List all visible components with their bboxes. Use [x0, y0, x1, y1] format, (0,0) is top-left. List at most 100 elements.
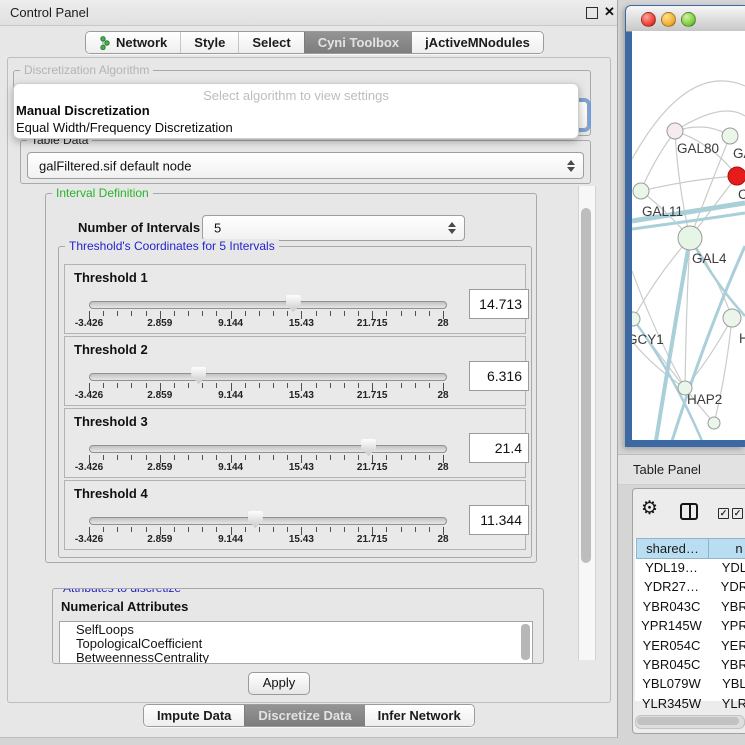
screen: Control Panel ✕ NetworkStyleSelect Cyni T…	[0, 0, 745, 745]
threshold-value-field[interactable]: 14.713	[469, 289, 529, 319]
tab-impute-data[interactable]: Impute Data	[144, 705, 244, 726]
table-hscrollbar-thumb[interactable]	[637, 717, 739, 725]
minimize-traffic-light-icon[interactable]	[661, 12, 676, 27]
table-cell[interactable]: YBL079W	[636, 674, 707, 693]
threshold-value-field[interactable]: 6.316	[469, 361, 529, 391]
tab-label: Infer Network	[378, 705, 461, 726]
tab-network[interactable]: Network	[86, 32, 180, 53]
network-node[interactable]	[722, 128, 738, 144]
minor-tick	[131, 455, 132, 460]
table-cell[interactable]: YDR2	[708, 577, 745, 596]
table-cell[interactable]: YBR043C	[636, 597, 707, 616]
gear-icon[interactable]: ⚙	[641, 499, 658, 518]
minor-tick	[344, 455, 345, 460]
panel-title: Control Panel	[10, 5, 89, 20]
minor-tick	[146, 455, 147, 460]
network-canvas[interactable]: GAL80GACGAL11GAL4GCY1HHAP2	[632, 31, 745, 440]
attribute-list-item[interactable]: TopologicalCoefficient	[60, 636, 532, 650]
table-cell[interactable]: YBL0	[708, 674, 745, 693]
table-data-combobox[interactable]: galFiltered.sif default node	[27, 152, 584, 179]
network-node[interactable]	[708, 417, 720, 429]
tab-select[interactable]: Select	[238, 32, 303, 53]
panel-scrollbar-track[interactable]	[578, 186, 596, 660]
node-label: GA	[733, 146, 745, 161]
slider-track[interactable]	[89, 301, 447, 309]
table-cell[interactable]: YPR145W	[636, 616, 707, 635]
threshold-value-field[interactable]: 21.4	[469, 433, 529, 463]
slider-track[interactable]	[89, 517, 447, 525]
combobox-arrows-icon	[448, 222, 456, 234]
table-cell[interactable]: YER054C	[636, 636, 707, 655]
close-traffic-light-icon[interactable]	[641, 12, 656, 27]
network-node[interactable]	[633, 183, 649, 199]
float-window-icon[interactable]	[586, 7, 598, 19]
slider-thumb[interactable]	[286, 295, 301, 312]
table-panel: ⚙ ✓ ✓ shared…nYDL19…YDL1YDR27…YDR2YBR043…	[632, 488, 745, 734]
table-cell[interactable]: YER0	[708, 636, 745, 655]
tab-style[interactable]: Style	[180, 32, 238, 53]
table-cell[interactable]: YDR27…	[636, 577, 707, 596]
threshold-value-field[interactable]: 11.344	[469, 505, 529, 535]
tick-label: 28	[437, 318, 448, 329]
tick-label: 9.144	[218, 390, 243, 401]
node-table: shared…nYDL19…YDL1YDR27…YDR2YBR043CYBR0Y…	[635, 538, 745, 701]
network-node[interactable]	[723, 309, 741, 327]
slider-thumb[interactable]	[361, 439, 376, 456]
popup-option-manual-discretization[interactable]: Manual Discretization	[16, 103, 150, 118]
node-label: HAP2	[687, 392, 722, 407]
list-scrollbar[interactable]	[521, 624, 530, 660]
slider-track[interactable]	[89, 373, 447, 381]
network-edge[interactable]	[641, 176, 737, 191]
checkbox-icon[interactable]: ✓	[718, 508, 729, 519]
table-cell[interactable]: YDL1	[708, 558, 745, 577]
thresholds-group-label: Threshold's Coordinates for 5 Intervals	[65, 239, 279, 253]
threshold-label: Threshold 1	[74, 270, 148, 285]
tick-label: -3.426	[75, 390, 103, 401]
minor-tick	[131, 311, 132, 316]
algorithm-dropdown-popup: Select algorithm to view settings Manual…	[13, 83, 579, 139]
minor-tick	[117, 311, 118, 316]
tab-label: Discretize Data	[258, 705, 351, 726]
table-cell[interactable]: YLR3	[708, 694, 745, 713]
tick-label: 21.715	[357, 318, 388, 329]
table-data-value: galFiltered.sif default node	[39, 158, 191, 173]
network-edge[interactable]	[641, 131, 675, 191]
table-cell[interactable]: YPR1	[708, 616, 745, 635]
tab-label: Cyni Toolbox	[318, 32, 399, 53]
slider-thumb[interactable]	[248, 511, 263, 528]
minor-tick	[330, 455, 331, 460]
panel-scrollbar-thumb[interactable]	[581, 208, 591, 563]
minor-tick	[245, 383, 246, 388]
control-panel-titlebar: Control Panel ✕	[0, 0, 617, 26]
popup-option-equal-width-frequency[interactable]: Equal Width/Frequency Discretization	[16, 120, 233, 135]
slider-track[interactable]	[89, 445, 447, 453]
tab-cyni-toolbox[interactable]: Cyni Toolbox	[304, 32, 412, 53]
network-node[interactable]	[667, 123, 683, 139]
apply-button[interactable]: Apply	[248, 672, 310, 695]
network-node[interactable]	[632, 312, 640, 326]
network-node[interactable]	[678, 226, 702, 250]
checkbox-icon[interactable]: ✓	[732, 508, 743, 519]
attribute-list-item[interactable]: SelfLoops	[60, 622, 532, 636]
column-header[interactable]: shared…	[636, 538, 709, 559]
table-cell[interactable]: YLR345W	[636, 694, 707, 713]
network-edge[interactable]	[632, 341, 685, 388]
minor-tick	[202, 311, 203, 316]
network-node[interactable]	[728, 167, 745, 185]
table-cell[interactable]: YBR0	[708, 655, 745, 674]
tab-infer-network[interactable]: Infer Network	[365, 705, 474, 726]
zoom-traffic-light-icon[interactable]	[681, 12, 696, 27]
close-icon[interactable]: ✕	[604, 4, 615, 20]
tab-jactivemnodules[interactable]: jActiveMNodules	[412, 32, 543, 53]
table-cell[interactable]: YDL19…	[636, 558, 707, 577]
tab-discretize-data[interactable]: Discretize Data	[244, 705, 364, 726]
number-of-intervals-combobox[interactable]: 5	[202, 215, 465, 241]
minor-tick	[131, 383, 132, 388]
split-columns-icon[interactable]	[680, 503, 698, 520]
table-hscrollbar-track[interactable]	[635, 715, 745, 729]
column-header[interactable]: n	[708, 538, 745, 559]
attribute-list-item[interactable]: BetweennessCentrality	[60, 650, 532, 664]
table-cell[interactable]: YBR045C	[636, 655, 707, 674]
slider-thumb[interactable]	[191, 367, 206, 384]
table-cell[interactable]: YBR0	[708, 597, 745, 616]
